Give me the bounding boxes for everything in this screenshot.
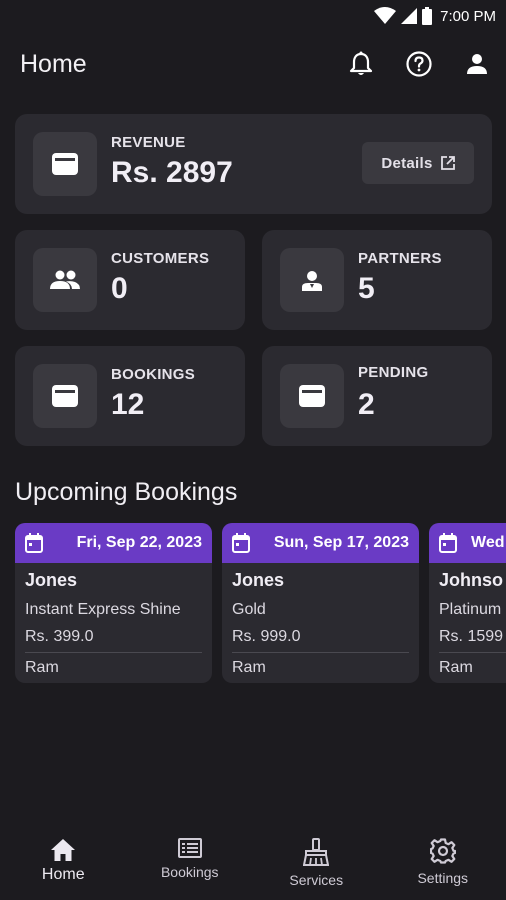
revenue-icon-box xyxy=(33,132,97,196)
pending-label: PENDING xyxy=(358,364,429,381)
calendar-icon xyxy=(25,533,43,553)
list-icon xyxy=(177,838,202,858)
calendar-icon xyxy=(439,533,457,553)
booking-date: Fri, Sep 22, 2023 xyxy=(76,534,202,551)
home-icon xyxy=(51,839,76,861)
booking-customer: Jones xyxy=(25,570,78,590)
customers-label: CUSTOMERS xyxy=(111,250,210,267)
status-time: 7:00 PM xyxy=(440,7,496,25)
pending-value: 2 xyxy=(358,388,375,421)
revenue-value: Rs. 2897 xyxy=(111,156,233,189)
cleaning-broom-icon xyxy=(303,838,330,866)
home-screen: 7:00 PM Home REVENUE Rs. 2897 Details CU… xyxy=(0,0,506,900)
booking-price: Rs. 999.0 xyxy=(232,628,301,645)
booking-customer: Johnso xyxy=(439,570,504,590)
bottom-navigation: Home Bookings Services Settings xyxy=(0,824,506,900)
booking-card[interactable]: Wed Johnso Platinum Rs. 1599 Ram xyxy=(429,523,506,683)
open-in-new-icon xyxy=(440,156,455,170)
status-bar: 7:00 PM xyxy=(0,0,506,32)
booking-partner: Ram xyxy=(25,659,59,676)
page-title: Home xyxy=(20,49,87,78)
booking-price: Rs. 1599 xyxy=(439,628,504,645)
bell-icon xyxy=(349,51,373,75)
partners-label: PARTNERS xyxy=(358,250,442,267)
help-icon xyxy=(406,51,432,77)
app-bar: Home xyxy=(0,36,506,92)
pending-icon-box xyxy=(280,364,344,428)
people-icon xyxy=(50,270,80,289)
customers-icon-box xyxy=(33,248,97,312)
partners-card: PARTNERS 5 xyxy=(262,230,492,330)
divider xyxy=(232,652,409,653)
partners-value: 5 xyxy=(358,272,375,305)
divider xyxy=(25,652,202,653)
nav-bookings[interactable]: Bookings xyxy=(127,824,254,900)
customers-value: 0 xyxy=(111,272,128,305)
bookings-value: 12 xyxy=(111,388,145,421)
booking-service: Gold xyxy=(232,601,266,618)
revenue-label: REVENUE xyxy=(111,134,186,151)
nav-bookings-label: Bookings xyxy=(160,864,219,880)
partners-icon-box xyxy=(280,248,344,312)
booking-date: Wed xyxy=(471,534,505,551)
pending-card: PENDING 2 xyxy=(262,346,492,446)
booking-partner: Ram xyxy=(232,659,266,676)
notifications-button[interactable] xyxy=(332,36,390,92)
booking-price: Rs. 399.0 xyxy=(25,628,94,645)
nav-services[interactable]: Services xyxy=(253,824,380,900)
booking-service: Platinum xyxy=(439,601,502,618)
wifi-icon xyxy=(374,7,397,24)
upcoming-bookings-title: Upcoming Bookings xyxy=(15,478,238,506)
booking-card[interactable]: Sun, Sep 17, 2023 Jones Gold Rs. 999.0 R… xyxy=(222,523,419,683)
booking-date-header: Sun, Sep 17, 2023 xyxy=(222,523,419,563)
app-bar-actions xyxy=(332,36,506,92)
account-button[interactable] xyxy=(448,36,506,92)
details-label: Details xyxy=(381,154,433,172)
booking-date: Sun, Sep 17, 2023 xyxy=(273,534,409,551)
nav-home[interactable]: Home xyxy=(0,824,127,900)
nav-services-label: Services xyxy=(289,872,344,888)
person-icon xyxy=(467,54,487,74)
booking-partner: Ram xyxy=(439,659,473,676)
nav-settings-label: Settings xyxy=(417,870,469,886)
bookings-icon-box xyxy=(33,364,97,428)
battery-icon xyxy=(422,7,433,25)
revenue-card: REVENUE Rs. 2897 Details xyxy=(15,114,492,214)
wallet-icon xyxy=(52,385,78,407)
nav-home-label: Home xyxy=(41,866,85,883)
divider xyxy=(439,652,506,653)
booking-card[interactable]: Fri, Sep 22, 2023 Jones Instant Express … xyxy=(15,523,212,683)
badge-person-icon xyxy=(302,271,322,291)
booking-date-header: Fri, Sep 22, 2023 xyxy=(15,523,212,563)
help-button[interactable] xyxy=(390,36,448,92)
cellular-signal-icon xyxy=(401,8,418,24)
bookings-card: BOOKINGS 12 xyxy=(15,346,245,446)
gear-icon xyxy=(429,838,456,864)
customers-card: CUSTOMERS 0 xyxy=(15,230,245,330)
details-button[interactable]: Details xyxy=(362,142,474,184)
wallet-icon xyxy=(299,385,325,407)
bookings-label: BOOKINGS xyxy=(111,366,196,383)
nav-settings[interactable]: Settings xyxy=(380,824,506,900)
upcoming-bookings-carousel[interactable]: Fri, Sep 22, 2023 Jones Instant Express … xyxy=(15,523,506,683)
booking-date-header: Wed xyxy=(429,523,506,563)
wallet-icon xyxy=(52,153,78,175)
calendar-icon xyxy=(232,533,250,553)
booking-customer: Jones xyxy=(232,570,285,590)
booking-service: Instant Express Shine xyxy=(25,601,181,618)
